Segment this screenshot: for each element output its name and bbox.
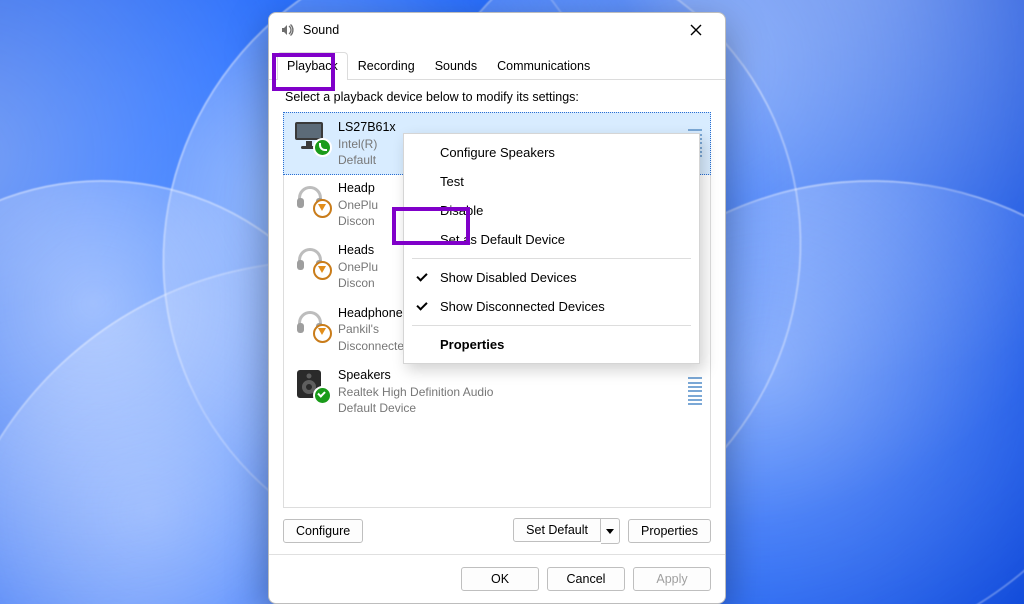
device-name: Heads xyxy=(338,242,378,259)
titlebar[interactable]: Sound xyxy=(269,13,725,48)
disconnected-badge-icon xyxy=(313,324,332,343)
device-status: Disconnected xyxy=(338,338,411,354)
menu-set-default[interactable]: Set as Default Device xyxy=(404,225,699,254)
tab-communications[interactable]: Communications xyxy=(487,52,600,79)
device-name: Speakers xyxy=(338,367,493,384)
device-status: Discon xyxy=(338,275,378,291)
menu-configure-speakers[interactable]: Configure Speakers xyxy=(404,138,699,167)
device-name: Headphones xyxy=(338,305,411,322)
level-meter-icon xyxy=(688,377,702,405)
device-buttons-row: Configure Set Default Properties xyxy=(269,508,725,554)
menu-separator xyxy=(412,325,691,326)
context-menu: Configure Speakers Test Disable Set as D… xyxy=(403,133,700,364)
close-icon xyxy=(690,24,702,36)
sound-dialog: Sound Playback Recording Sounds Communic… xyxy=(268,12,726,604)
monitor-icon xyxy=(292,119,328,153)
device-name: LS27B61x xyxy=(338,119,396,136)
window-title: Sound xyxy=(303,23,675,37)
disconnected-badge-icon xyxy=(313,199,332,218)
desktop-background: Sound Playback Recording Sounds Communic… xyxy=(0,0,1024,604)
device-driver: OnePlu xyxy=(338,259,378,275)
headset-icon xyxy=(292,305,328,339)
tab-strip: Playback Recording Sounds Communications xyxy=(269,52,725,80)
close-button[interactable] xyxy=(675,15,717,45)
device-driver: Pankil's xyxy=(338,321,411,337)
menu-test[interactable]: Test xyxy=(404,167,699,196)
dialog-buttons-row: OK Cancel Apply xyxy=(269,554,725,603)
headset-icon xyxy=(292,180,328,214)
properties-button[interactable]: Properties xyxy=(628,519,711,543)
set-default-button[interactable]: Set Default xyxy=(513,518,601,542)
tab-playback[interactable]: Playback xyxy=(277,52,348,80)
default-comm-badge-icon xyxy=(313,138,332,157)
device-driver: OnePlu xyxy=(338,197,378,213)
disconnected-badge-icon xyxy=(313,261,332,280)
apply-button[interactable]: Apply xyxy=(633,567,711,591)
cancel-button[interactable]: Cancel xyxy=(547,567,625,591)
tab-recording[interactable]: Recording xyxy=(348,52,425,79)
menu-show-disconnected[interactable]: Show Disconnected Devices xyxy=(404,292,699,321)
speaker-icon xyxy=(292,367,328,401)
configure-button[interactable]: Configure xyxy=(283,519,363,543)
sound-icon xyxy=(279,22,295,38)
device-row[interactable]: Speakers Realtek High Definition Audio D… xyxy=(284,361,710,423)
menu-properties[interactable]: Properties xyxy=(404,330,699,359)
set-default-dropdown[interactable] xyxy=(601,518,620,544)
device-status: Default Device xyxy=(338,400,493,416)
ok-button[interactable]: OK xyxy=(461,567,539,591)
menu-separator xyxy=(412,258,691,259)
default-badge-icon xyxy=(313,386,332,405)
tab-sounds[interactable]: Sounds xyxy=(425,52,487,79)
hint-text: Select a playback device below to modify… xyxy=(269,80,725,112)
device-list[interactable]: LS27B61x Intel(R) Default Headp OnePlu D… xyxy=(283,112,711,508)
device-status: Default xyxy=(338,152,396,168)
device-driver: Intel(R) xyxy=(338,136,396,152)
menu-show-disabled[interactable]: Show Disabled Devices xyxy=(404,263,699,292)
device-driver: Realtek High Definition Audio xyxy=(338,384,493,400)
device-status: Discon xyxy=(338,213,378,229)
device-name: Headp xyxy=(338,180,378,197)
headset-icon xyxy=(292,242,328,276)
menu-disable[interactable]: Disable xyxy=(404,196,699,225)
